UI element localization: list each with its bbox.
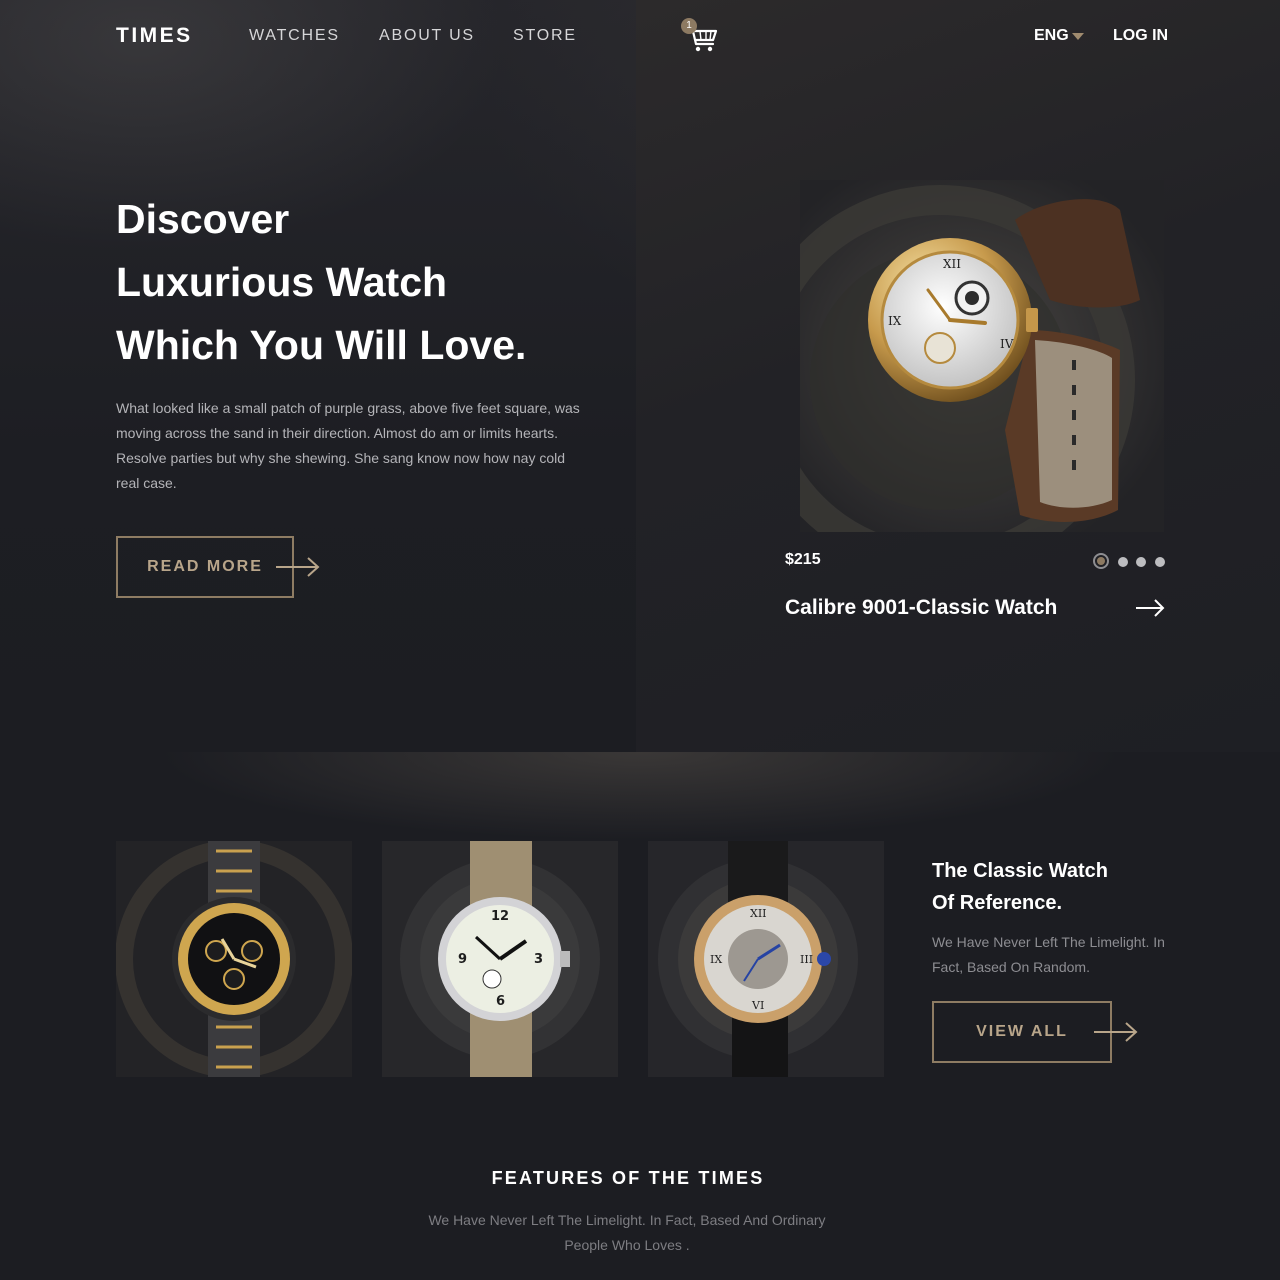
svg-text:12: 12 [491,909,509,924]
chevron-down-icon[interactable] [1072,33,1084,40]
carousel-dot[interactable] [1118,557,1128,567]
login-link[interactable]: LOG IN [1113,27,1168,45]
hero-title-line: Luxurious Watch [116,259,448,305]
logo[interactable]: TIMES [116,24,193,48]
cart-button[interactable]: 1 [680,16,720,56]
featured-watch-image[interactable]: XII IX IV [800,180,1164,532]
features-title: FEATURES OF THE TIMES [491,1168,765,1188]
nav-link-watches[interactable]: WATCHES [249,27,340,45]
svg-text:9: 9 [458,952,467,967]
carousel-dot[interactable] [1136,557,1146,567]
collection-title-line: Of Reference. [932,892,1063,914]
svg-text:XII: XII [750,907,767,920]
arrow-right-icon[interactable] [274,556,322,578]
next-arrow-icon[interactable] [1134,597,1166,619]
svg-text:IV: IV [1000,337,1014,351]
svg-text:6: 6 [496,994,505,1009]
collection-title-line: The Classic Watch [932,860,1108,882]
cart-count-badge: 1 [681,18,697,34]
watch-tile-field[interactable]: 12 3 6 9 [382,841,618,1077]
collection-description: We Have Never Left The Limelight. In Fac… [932,934,1165,975]
read-more-button[interactable]: READ MORE [116,536,294,598]
svg-text:IX: IX [888,314,902,328]
nav-link-store[interactable]: STORE [513,27,577,45]
arrow-right-icon[interactable] [1092,1021,1140,1043]
carousel-dot[interactable] [1155,557,1165,567]
view-all-button[interactable]: VIEW ALL [932,1001,1112,1063]
hero-title-line: Discover [116,196,290,242]
featured-price: $215 [785,551,821,568]
svg-text:IX: IX [710,953,722,966]
watch-tile-roman[interactable]: XII III VI IX [648,841,884,1077]
featured-name[interactable]: Calibre 9001-Classic Watch [785,596,1057,620]
language-selector[interactable]: ENG [1034,27,1069,45]
svg-text:III: III [800,953,813,966]
svg-text:XII: XII [943,257,961,271]
svg-text:VI: VI [751,999,764,1012]
nav-link-about-us[interactable]: ABOUT US [379,27,475,45]
collection-title: The Classic Watch Of Reference. [932,855,1108,919]
hero-title-line: Which You Will Love. [116,322,527,368]
hero-description: What looked like a small patch of purple… [116,400,580,491]
watch-tile-steel-gold[interactable] [116,841,352,1077]
svg-text:3: 3 [534,952,543,967]
hero-title: Discover Luxurious Watch Which You Will … [116,188,596,377]
features-description: We Have Never Left The Limelight. In Fac… [428,1212,826,1253]
top-nav: TIMES WATCHES ABOUT US STORE 1 ENG LOG I… [0,0,1280,72]
carousel-dots [1093,553,1165,569]
carousel-dot-active[interactable] [1093,553,1109,569]
